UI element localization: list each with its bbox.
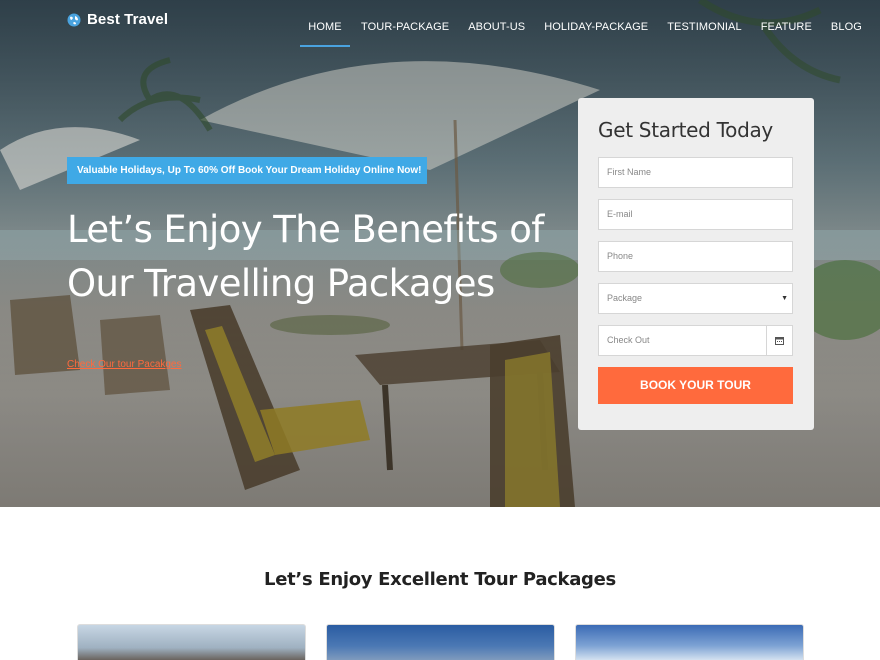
caret-down-icon: ▼ xyxy=(781,295,788,302)
hero-headline: Let’s Enjoy The Benefits of Our Travelli… xyxy=(67,203,567,311)
form-title: Get Started Today xyxy=(598,118,773,142)
brand-logo[interactable]: Best Travel xyxy=(67,11,168,28)
hero-headline-line1: Let’s Enjoy The Benefits of xyxy=(67,208,544,251)
calendar-icon[interactable] xyxy=(766,325,792,356)
nav-item-about-us[interactable]: ABOUT-US xyxy=(468,21,525,47)
package-select-value: Package xyxy=(607,293,643,303)
checkout-placeholder: Check Out xyxy=(607,335,650,345)
first-name-field[interactable]: First Name xyxy=(598,157,793,188)
hero-headline-line2: Our Travelling Packages xyxy=(67,262,495,305)
nav-item-blog[interactable]: BLOG xyxy=(831,21,862,47)
promo-banner: Valuable Holidays, Up To 60% Off Book Yo… xyxy=(67,157,427,184)
tour-card-image[interactable] xyxy=(77,624,306,660)
booking-form: Get Started Today First Name E-mail Phon… xyxy=(578,98,814,430)
nav-item-holiday-package[interactable]: HOLIDAY-PACKAGE xyxy=(544,21,648,47)
nav-item-home[interactable]: HOME xyxy=(300,21,350,47)
globe-icon xyxy=(67,13,81,26)
nav-item-testimonial[interactable]: TESTIMONIAL xyxy=(667,21,741,47)
tour-card-image[interactable] xyxy=(326,624,555,660)
nav-item-feature[interactable]: FEATURE xyxy=(761,21,812,47)
tour-card-image[interactable] xyxy=(575,624,804,660)
nav-item-tour-package[interactable]: TOUR-PACKAGE xyxy=(361,21,449,47)
section-title: Let’s Enjoy Excellent Tour Packages xyxy=(264,569,616,590)
main-nav: HOME TOUR-PACKAGE ABOUT-US HOLIDAY-PACKA… xyxy=(300,21,862,47)
hero-banner: Best Travel HOME TOUR-PACKAGE ABOUT-US H… xyxy=(0,0,880,507)
check-packages-link[interactable]: Check Our tour Pacakges xyxy=(67,359,182,370)
package-select[interactable]: Package ▼ xyxy=(598,283,793,314)
brand-name: Best Travel xyxy=(87,11,169,28)
book-tour-button[interactable]: BOOK YOUR TOUR xyxy=(598,367,793,404)
phone-field[interactable]: Phone xyxy=(598,241,793,272)
email-field[interactable]: E-mail xyxy=(598,199,793,230)
checkout-date-field[interactable]: Check Out xyxy=(598,325,793,356)
